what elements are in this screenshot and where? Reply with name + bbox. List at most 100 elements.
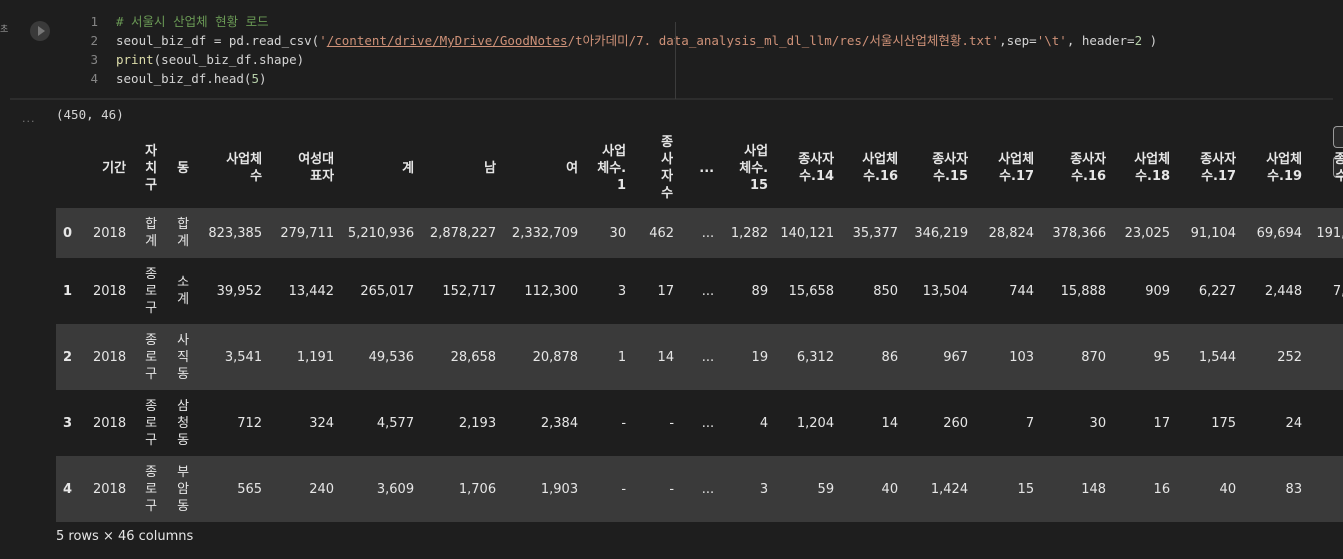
code-line[interactable]: 4 seoul_biz_df.head(5) <box>72 69 1157 88</box>
table-cell: 삼청동 <box>177 398 190 448</box>
table-cell: 112,300 <box>524 283 579 299</box>
table-row: 4 2018 종로구 부암동 565 240 3,609 1,706 1,903 - -... 3 59… <box>56 456 1343 522</box>
row-index: 1 <box>63 283 73 299</box>
table-cell: 378,366 <box>1052 225 1107 241</box>
table-cell: 15,658 <box>788 283 835 299</box>
code-token: 2 <box>1134 33 1143 48</box>
output-menu-icon[interactable]: ... <box>22 112 36 125</box>
table-cell: 1,424 <box>930 481 969 497</box>
table-cell: 209 <box>1307 390 1343 456</box>
table-cell: 175 <box>1211 415 1237 431</box>
table-cell: 39,952 <box>216 283 263 299</box>
table-cell: 279,711 <box>280 225 335 241</box>
table-row: 3 2018 종로구 삼청동 712 324 4,577 2,193 2,384 - -... 4 1,… <box>56 390 1343 456</box>
column-header: 사업체수 <box>226 152 263 184</box>
table-cell: 17 <box>657 283 675 299</box>
table-cell: 4 <box>759 415 769 431</box>
row-index: 2 <box>63 349 73 365</box>
table-cell: 3 <box>617 283 627 299</box>
table-cell: 23,025 <box>1124 225 1171 241</box>
table-cell: 744 <box>1009 283 1035 299</box>
table-cell: 3,541 <box>224 349 263 365</box>
gutter-label: 초 <box>0 25 9 35</box>
dataframe-table: 기간 자치구 동 사업체수 여성대표자 계 남 여 사업체수.1 종사자수... 사업체수.15 종사… <box>56 128 1343 522</box>
table-cell: 1,903 <box>540 481 579 497</box>
code-token: , header= <box>1066 33 1135 48</box>
code-editor[interactable]: 1 # 서울시 산업체 현황 로드 2 seoul_biz_df = pd.read_… <box>72 12 1157 88</box>
row-index: 0 <box>63 225 73 241</box>
code-token: seoul_biz_df.head( <box>116 71 252 86</box>
table-cell: 362 <box>1307 456 1343 522</box>
column-header: 종사자수 <box>661 135 674 201</box>
line-number: 4 <box>90 71 98 86</box>
table-row: 0 2018 합계 합계 823,385 279,711 5,210,936 2,878,22… <box>56 208 1343 258</box>
table-cell: 1 <box>617 349 627 365</box>
table-cell: 260 <box>943 415 969 431</box>
table-cell: 2,332,709 <box>511 225 579 241</box>
table-cell: 2018 <box>93 349 127 365</box>
table-cell: 28,658 <box>450 349 497 365</box>
column-header: 종사자수.18 <box>1334 152 1343 184</box>
table-cell: 86 <box>881 349 899 365</box>
column-header: 종사자수.17 <box>1200 152 1237 184</box>
table-cell: 2,448 <box>1264 283 1303 299</box>
code-cell[interactable]: 1 # 서울시 산업체 현황 로드 2 seoul_biz_df = pd.read_… <box>10 8 1333 106</box>
code-line[interactable]: 1 # 서울시 산업체 현황 로드 <box>72 12 1157 31</box>
table-cell: 30 <box>1089 415 1107 431</box>
run-cell-button[interactable] <box>30 21 50 41</box>
line-number: 3 <box>90 52 98 67</box>
code-token: (seoul_biz_df.shape) <box>153 52 305 67</box>
table-cell: 83 <box>1285 481 1303 497</box>
code-line[interactable]: 2 seoul_biz_df = pd.read_csv('/content/dr… <box>72 31 1157 50</box>
table-cell: 1,544 <box>1198 349 1237 365</box>
table-cell: 843 <box>1307 324 1343 390</box>
table-cell: 30 <box>609 225 627 241</box>
table-cell: ... <box>701 415 715 431</box>
table-cell: 7,672 <box>1332 283 1343 299</box>
column-header: 사업체수.1 <box>597 143 627 193</box>
table-cell: 14 <box>881 415 899 431</box>
table-cell: 49,536 <box>368 349 415 365</box>
table-cell: 40 <box>1219 481 1237 497</box>
table-cell: 17 <box>1153 415 1171 431</box>
code-token: 5 <box>251 71 259 86</box>
column-header: 종사자수.15 <box>932 152 969 184</box>
table-cell: 712 <box>237 415 263 431</box>
column-header: 여 <box>566 160 579 176</box>
table-cell: 7 <box>1025 415 1035 431</box>
code-token: ' <box>319 33 327 48</box>
table-cell: 1,191 <box>296 349 335 365</box>
table-cell: 823,385 <box>208 225 263 241</box>
table-cell: - <box>669 415 675 431</box>
table-cell: 2018 <box>93 283 127 299</box>
table-cell: 1,204 <box>796 415 835 431</box>
table-cell: 565 <box>237 481 263 497</box>
column-header: 종사자수.14 <box>798 152 835 184</box>
table-cell: 140,121 <box>780 225 835 241</box>
table-cell: 967 <box>943 349 969 365</box>
row-index: 4 <box>63 481 73 497</box>
line-number: 2 <box>90 33 98 48</box>
column-header: 사업체수.15 <box>739 143 769 193</box>
table-cell: 909 <box>1145 283 1171 299</box>
table-cell: 3 <box>759 481 769 497</box>
column-header: 계 <box>402 160 415 176</box>
table-cell: 4,577 <box>376 415 415 431</box>
table-cell: 6,227 <box>1198 283 1237 299</box>
code-line[interactable]: 3 print (seoul_biz_df.shape) <box>72 50 1157 69</box>
table-cell: 종로구 <box>145 464 158 514</box>
table-cell: 15,888 <box>1060 283 1107 299</box>
column-header: 기간 <box>102 160 127 176</box>
line-number: 1 <box>90 14 98 29</box>
table-cell: 종로구 <box>145 266 158 316</box>
row-index: 3 <box>63 415 73 431</box>
table-cell: 462 <box>649 225 675 241</box>
play-icon <box>37 26 45 36</box>
table-cell: 20,878 <box>532 349 579 365</box>
code-token: /t아카데미/7. data_analysis_ml_dl_llm/res/서울… <box>567 33 1000 48</box>
table-cell: 148 <box>1081 481 1107 497</box>
table-cell: 소계 <box>177 275 190 307</box>
code-token: '\t' <box>1036 33 1067 48</box>
table-cell: 1,706 <box>458 481 497 497</box>
table-cell: 95 <box>1153 349 1171 365</box>
